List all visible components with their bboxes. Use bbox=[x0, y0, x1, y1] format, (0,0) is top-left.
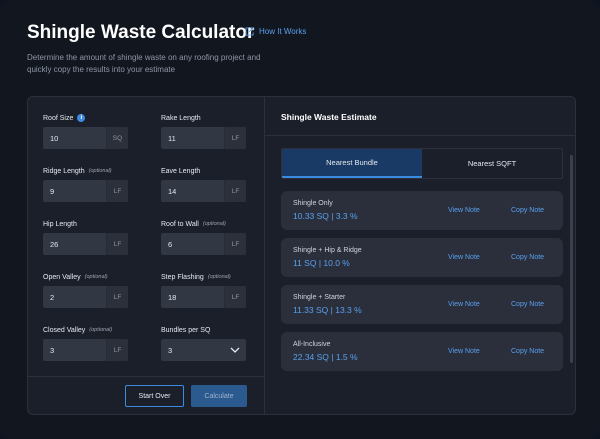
result-value: 10.33 SQ | 3.3 % bbox=[293, 211, 358, 221]
tab-nearest-sqft[interactable]: Nearest SQFT bbox=[422, 149, 562, 178]
external-link-icon bbox=[245, 27, 254, 36]
step-flashing-unit: LF bbox=[224, 286, 246, 308]
results-scrollbar[interactable] bbox=[570, 155, 573, 363]
closed-valley-value: 3 bbox=[50, 345, 55, 355]
result-value: 11 SQ | 10.0 % bbox=[293, 258, 350, 268]
bundles-per-sq-select[interactable]: 3 bbox=[161, 339, 246, 361]
hip-length-label: Hip Length bbox=[43, 220, 77, 228]
roof-size-input[interactable]: 10 SQ bbox=[43, 127, 128, 149]
result-value: 11.33 SQ | 13.3 % bbox=[293, 305, 362, 315]
view-note-link[interactable]: View Note bbox=[448, 207, 480, 214]
bundles-per-sq-field: Bundles per SQ 3 bbox=[161, 325, 246, 361]
open-valley-unit: LF bbox=[106, 286, 128, 308]
step-flashing-input[interactable]: 18 LF bbox=[161, 286, 246, 308]
rake-length-input[interactable]: 11 LF bbox=[161, 127, 246, 149]
hip-length-value: 26 bbox=[50, 239, 59, 249]
view-note-link[interactable]: View Note bbox=[448, 301, 480, 308]
roof-to-wall-optional: (optional) bbox=[202, 221, 226, 227]
eave-length-value: 14 bbox=[168, 186, 177, 196]
roof-to-wall-field: Roof to Wall (optional) 6 LF bbox=[161, 219, 246, 255]
ridge-length-value: 9 bbox=[50, 186, 55, 196]
closed-valley-unit: LF bbox=[106, 339, 128, 361]
view-note-link[interactable]: View Note bbox=[448, 348, 480, 355]
eave-length-input[interactable]: 14 LF bbox=[161, 180, 246, 202]
calculator-card: Roof Size i 10 SQ Rake Length 11 LF Ridg… bbox=[27, 96, 576, 415]
chevron-down-icon bbox=[224, 339, 246, 361]
eave-length-unit: LF bbox=[224, 180, 246, 202]
estimate-title: Shingle Waste Estimate bbox=[281, 112, 377, 122]
roof-size-label: Roof Size bbox=[43, 114, 74, 122]
how-it-works-link[interactable]: How It Works bbox=[245, 27, 306, 36]
view-note-link[interactable]: View Note bbox=[448, 254, 480, 261]
copy-note-link[interactable]: Copy Note bbox=[511, 254, 544, 261]
step-flashing-label: Step Flashing bbox=[161, 273, 204, 281]
rake-length-value: 11 bbox=[168, 133, 176, 143]
roof-to-wall-value: 6 bbox=[168, 239, 173, 249]
page-subtitle: Determine the amount of shingle waste on… bbox=[27, 53, 261, 74]
open-valley-value: 2 bbox=[50, 292, 55, 302]
result-shingle-hip-ridge: Shingle + Hip & Ridge 11 SQ | 10.0 % Vie… bbox=[281, 238, 563, 277]
scrollbar-thumb[interactable] bbox=[570, 155, 573, 363]
rake-length-unit: LF bbox=[224, 127, 246, 149]
result-name: Shingle Only bbox=[293, 200, 333, 207]
step-flashing-optional: (optional) bbox=[207, 274, 231, 280]
hip-length-input[interactable]: 26 LF bbox=[43, 233, 128, 255]
eave-length-field: Eave Length 14 LF bbox=[161, 166, 246, 202]
ridge-length-optional: (optional) bbox=[88, 168, 112, 174]
open-valley-field: Open Valley (optional) 2 LF bbox=[43, 272, 128, 308]
roof-to-wall-label: Roof to Wall bbox=[161, 220, 199, 228]
info-icon[interactable]: i bbox=[77, 114, 86, 122]
closed-valley-input[interactable]: 3 LF bbox=[43, 339, 128, 361]
bundles-per-sq-value: 3 bbox=[168, 345, 173, 355]
rake-length-field: Rake Length 11 LF bbox=[161, 113, 246, 149]
eave-length-label: Eave Length bbox=[161, 167, 201, 175]
result-value: 22.34 SQ | 1.5 % bbox=[293, 352, 358, 362]
input-panel: Roof Size i 10 SQ Rake Length 11 LF Ridg… bbox=[28, 97, 265, 414]
divider bbox=[28, 376, 264, 377]
result-name: All-Inclusive bbox=[293, 341, 331, 348]
divider bbox=[265, 135, 575, 136]
rounding-tabs: Nearest Bundle Nearest SQFT bbox=[281, 148, 563, 179]
roof-to-wall-unit: LF bbox=[224, 233, 246, 255]
copy-note-link[interactable]: Copy Note bbox=[511, 301, 544, 308]
ridge-length-label: Ridge Length bbox=[43, 167, 85, 175]
result-all-inclusive: All-Inclusive 22.34 SQ | 1.5 % View Note… bbox=[281, 332, 563, 371]
open-valley-optional: (optional) bbox=[84, 274, 108, 280]
roof-to-wall-input[interactable]: 6 LF bbox=[161, 233, 246, 255]
roof-size-field: Roof Size i 10 SQ bbox=[43, 113, 128, 149]
step-flashing-field: Step Flashing (optional) 18 LF bbox=[161, 272, 246, 308]
open-valley-label: Open Valley bbox=[43, 273, 81, 281]
step-flashing-value: 18 bbox=[168, 292, 177, 302]
result-shingle-starter: Shingle + Starter 11.33 SQ | 13.3 % View… bbox=[281, 285, 563, 324]
start-over-button[interactable]: Start Over bbox=[125, 385, 184, 407]
how-it-works-label: How It Works bbox=[259, 27, 307, 36]
closed-valley-field: Closed Valley (optional) 3 LF bbox=[43, 325, 128, 361]
ridge-length-unit: LF bbox=[106, 180, 128, 202]
hip-length-unit: LF bbox=[106, 233, 128, 255]
hip-length-field: Hip Length 26 LF bbox=[43, 219, 128, 255]
tab-nearest-bundle[interactable]: Nearest Bundle bbox=[282, 149, 422, 178]
rake-length-label: Rake Length bbox=[161, 114, 201, 122]
bundles-per-sq-label: Bundles per SQ bbox=[161, 326, 211, 334]
open-valley-input[interactable]: 2 LF bbox=[43, 286, 128, 308]
copy-note-link[interactable]: Copy Note bbox=[511, 207, 544, 214]
estimate-panel: Shingle Waste Estimate Nearest Bundle Ne… bbox=[265, 97, 575, 414]
closed-valley-optional: (optional) bbox=[89, 327, 113, 333]
closed-valley-label: Closed Valley bbox=[43, 326, 86, 334]
result-name: Shingle + Hip & Ridge bbox=[293, 247, 362, 254]
ridge-length-input[interactable]: 9 LF bbox=[43, 180, 128, 202]
ridge-length-field: Ridge Length (optional) 9 LF bbox=[43, 166, 128, 202]
copy-note-link[interactable]: Copy Note bbox=[511, 348, 544, 355]
roof-size-unit: SQ bbox=[106, 127, 128, 149]
calculate-button[interactable]: Calculate bbox=[191, 385, 247, 407]
result-name: Shingle + Starter bbox=[293, 294, 346, 301]
roof-size-value: 10 bbox=[50, 133, 59, 143]
app-window: Shingle Waste Calculator How It Works De… bbox=[0, 0, 600, 439]
result-shingle-only: Shingle Only 10.33 SQ | 3.3 % View Note … bbox=[281, 191, 563, 230]
page-title: Shingle Waste Calculator bbox=[27, 22, 255, 43]
